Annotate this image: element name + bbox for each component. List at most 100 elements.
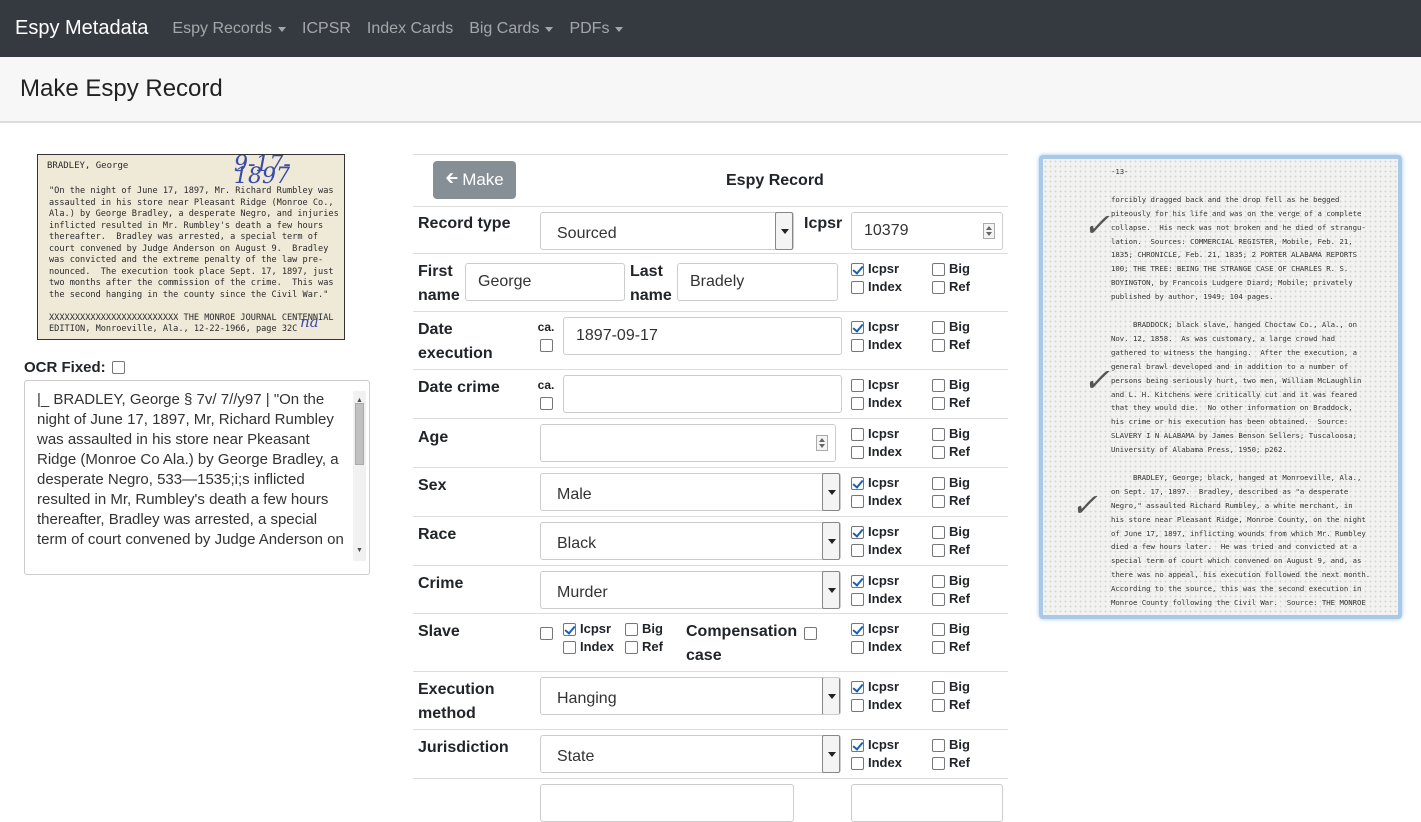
flag-index-checkbox[interactable] xyxy=(851,494,864,508)
flag-index-checkbox[interactable] xyxy=(851,280,864,294)
flag-ref[interactable]: Ref xyxy=(932,394,970,412)
flag-big-checkbox[interactable] xyxy=(625,622,638,636)
flag-index[interactable]: Index xyxy=(851,696,902,714)
flag-index-checkbox[interactable] xyxy=(851,698,864,712)
flag-big[interactable]: Big xyxy=(932,376,970,394)
flag-index-checkbox[interactable] xyxy=(851,445,864,459)
flag-ref-checkbox[interactable] xyxy=(932,592,945,606)
crime-select[interactable]: Murder xyxy=(540,571,841,609)
flag-ref-checkbox[interactable] xyxy=(932,396,945,410)
flag-big[interactable]: Big xyxy=(932,474,970,492)
flag-index-checkbox[interactable] xyxy=(851,543,864,557)
flag-big-checkbox[interactable] xyxy=(932,680,945,694)
flag-index[interactable]: Index xyxy=(851,443,902,461)
date-execution-ca-checkbox[interactable] xyxy=(539,339,553,352)
flag-ref[interactable]: Ref xyxy=(932,541,970,559)
last-name-input[interactable]: Bradely xyxy=(677,263,838,301)
flag-ref[interactable]: Ref xyxy=(932,696,970,714)
flag-ref-checkbox[interactable] xyxy=(932,640,945,654)
flag-big[interactable]: Big xyxy=(932,620,970,638)
nav-icpsr[interactable]: ICPSR xyxy=(302,20,351,38)
jurisdiction-select[interactable]: State xyxy=(540,735,841,773)
flag-index[interactable]: Index xyxy=(851,278,902,296)
flag-index-checkbox[interactable] xyxy=(851,396,864,410)
flag-icpsr[interactable]: Icpsr xyxy=(851,678,899,696)
flag-icpsr[interactable]: Icpsr xyxy=(851,523,899,541)
flag-ref-checkbox[interactable] xyxy=(932,445,945,459)
flag-ref[interactable]: Ref xyxy=(932,278,970,296)
nav-big-cards[interactable]: Big Cards xyxy=(469,20,554,38)
flag-index[interactable]: Index xyxy=(851,541,902,559)
flag-big-checkbox[interactable] xyxy=(932,427,945,441)
flag-icpsr[interactable]: Icpsr xyxy=(851,736,899,754)
flag-ref-checkbox[interactable] xyxy=(932,494,945,508)
flag-ref[interactable]: Ref xyxy=(932,443,970,461)
record-type-select[interactable]: Sourced xyxy=(540,212,794,250)
flag-icpsr[interactable]: Icpsr xyxy=(851,318,899,336)
flag-ref[interactable]: Ref xyxy=(932,492,970,510)
spinner-icon[interactable] xyxy=(983,223,995,239)
flag-index[interactable]: Index xyxy=(851,590,902,608)
flag-icpsr-checkbox[interactable] xyxy=(851,476,864,490)
icpsr-number-input[interactable]: 10379 xyxy=(851,212,1003,250)
flag-ref-checkbox[interactable] xyxy=(932,698,945,712)
flag-big-checkbox[interactable] xyxy=(932,738,945,752)
flag-big[interactable]: Big xyxy=(932,572,970,590)
flag-icpsr-checkbox[interactable] xyxy=(851,378,864,392)
partial-input-right[interactable] xyxy=(851,784,1003,822)
date-crime-ca-checkbox[interactable] xyxy=(539,397,553,410)
flag-big-checkbox[interactable] xyxy=(932,525,945,539)
flag-icpsr[interactable]: Icpsr xyxy=(851,376,899,394)
execution-method-select[interactable]: Hanging xyxy=(540,677,841,715)
flag-icpsr-checkbox[interactable] xyxy=(851,525,864,539)
sex-select[interactable]: Male xyxy=(540,473,841,511)
age-number-input[interactable] xyxy=(540,424,836,462)
spinner-icon[interactable] xyxy=(816,435,828,451)
flag-index-checkbox[interactable] xyxy=(563,640,576,654)
flag-index-checkbox[interactable] xyxy=(851,756,864,770)
flag-icpsr-checkbox[interactable] xyxy=(851,738,864,752)
slave-checkbox[interactable] xyxy=(540,627,553,640)
flag-big-checkbox[interactable] xyxy=(932,378,945,392)
flag-icpsr-checkbox[interactable] xyxy=(851,574,864,588)
flag-icpsr[interactable]: Icpsr xyxy=(851,260,899,278)
flag-icpsr[interactable]: Icpsr xyxy=(563,620,611,638)
flag-index[interactable]: Index xyxy=(563,638,614,656)
flag-icpsr[interactable]: Icpsr xyxy=(851,474,899,492)
navbar-brand[interactable]: Espy Metadata xyxy=(15,17,148,40)
partial-input[interactable] xyxy=(540,784,794,822)
flag-index[interactable]: Index xyxy=(851,336,902,354)
date-crime-input[interactable] xyxy=(563,375,842,413)
nav-espy-records[interactable]: Espy Records xyxy=(172,20,287,38)
flag-ref-checkbox[interactable] xyxy=(932,280,945,294)
flag-big[interactable]: Big xyxy=(932,425,970,443)
first-name-input[interactable]: George xyxy=(465,263,625,301)
flag-ref[interactable]: Ref xyxy=(932,754,970,772)
flag-big[interactable]: Big xyxy=(932,260,970,278)
flag-index[interactable]: Index xyxy=(851,638,902,656)
scanned-page-image[interactable]: -13- forcibly dragged back and the drop … xyxy=(1039,155,1402,619)
flag-index-checkbox[interactable] xyxy=(851,640,864,654)
flag-ref[interactable]: Ref xyxy=(932,638,970,656)
nav-index-cards[interactable]: Index Cards xyxy=(367,20,453,38)
flag-ref[interactable]: Ref xyxy=(932,336,970,354)
flag-icpsr-checkbox[interactable] xyxy=(563,622,576,636)
flag-icpsr-checkbox[interactable] xyxy=(851,622,864,636)
flag-ref-checkbox[interactable] xyxy=(932,338,945,352)
flag-big-checkbox[interactable] xyxy=(932,574,945,588)
scrollbar-thumb[interactable] xyxy=(355,403,364,465)
flag-big[interactable]: Big xyxy=(932,678,970,696)
flag-ref[interactable]: Ref xyxy=(932,590,970,608)
flag-index-checkbox[interactable] xyxy=(851,338,864,352)
flag-big-checkbox[interactable] xyxy=(932,320,945,334)
flag-icpsr[interactable]: Icpsr xyxy=(851,572,899,590)
flag-big[interactable]: Big xyxy=(932,523,970,541)
race-select[interactable]: Black xyxy=(540,522,841,560)
flag-ref[interactable]: Ref xyxy=(625,638,663,656)
flag-icpsr-checkbox[interactable] xyxy=(851,320,864,334)
flag-big-checkbox[interactable] xyxy=(932,476,945,490)
flag-big[interactable]: Big xyxy=(932,736,970,754)
flag-ref-checkbox[interactable] xyxy=(932,543,945,557)
flag-index-checkbox[interactable] xyxy=(851,592,864,606)
flag-big-checkbox[interactable] xyxy=(932,622,945,636)
